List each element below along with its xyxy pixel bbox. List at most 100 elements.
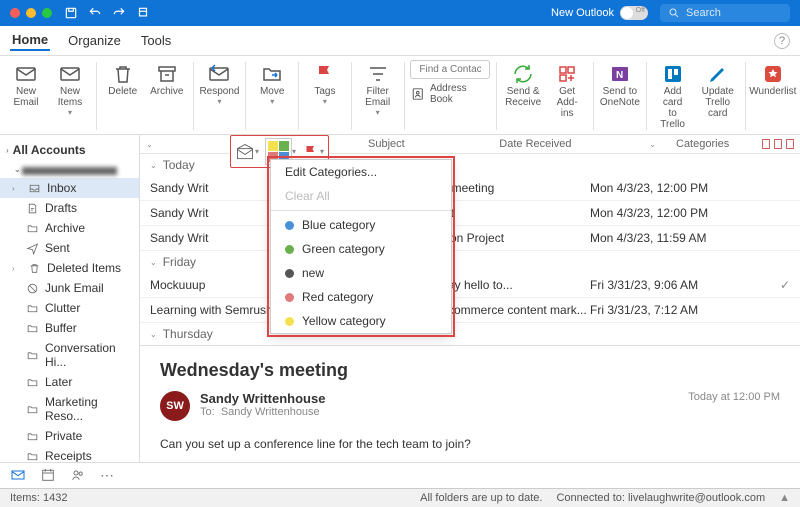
envelope-icon xyxy=(14,62,38,86)
folder-icon xyxy=(28,182,41,195)
new-items-button[interactable]: New Items▾ xyxy=(50,60,90,119)
category-color-icon xyxy=(285,293,294,302)
quick-access xyxy=(64,6,150,20)
flag-filter-icons[interactable] xyxy=(762,139,794,149)
tab-home[interactable]: Home xyxy=(10,30,50,51)
all-accounts-header[interactable]: ›All Accounts xyxy=(0,139,139,161)
category-blue-category[interactable]: Blue category xyxy=(271,213,451,237)
maximize-window[interactable] xyxy=(42,8,52,18)
sync-icon xyxy=(511,62,535,86)
chevron-down-icon[interactable]: ▾ xyxy=(292,147,296,156)
check-icon xyxy=(740,231,790,245)
message-row[interactable]: Sandy WritortMon 4/3/23, 12:00 PM xyxy=(140,201,800,226)
address-book-button[interactable]: Address Book xyxy=(410,83,490,105)
flag-icon[interactable] xyxy=(302,143,320,161)
onenote-icon: N xyxy=(608,62,632,86)
archive-button[interactable]: Archive xyxy=(147,60,187,99)
close-window[interactable] xyxy=(10,8,20,18)
message-title: Wednesday's meeting xyxy=(160,360,780,381)
column-categories[interactable]: Categories xyxy=(676,138,756,150)
folder-clutter[interactable]: Clutter xyxy=(0,298,139,318)
account-header[interactable]: ⌄ xyxy=(0,161,139,178)
status-item-count: Items: 1432 xyxy=(10,492,67,504)
tags-button[interactable]: Tags▾ xyxy=(305,60,345,108)
more-nav-icon[interactable]: ⋯ xyxy=(100,467,114,484)
new-email-button[interactable]: New Email xyxy=(6,60,46,110)
message-row[interactable]: Sandy Writrson ProjectMon 4/3/23, 11:59 … xyxy=(140,226,800,251)
folder-receipts[interactable]: Receipts xyxy=(0,446,139,462)
add-trello-button[interactable]: Add card to Trello xyxy=(653,60,693,132)
ribbon: New Email New Items▾ Delete Archive Resp… xyxy=(0,56,800,135)
move-button[interactable]: Move▾ xyxy=(252,60,292,108)
folder-archive[interactable]: Archive xyxy=(0,218,139,238)
folder-icon xyxy=(26,282,39,295)
category-red-category[interactable]: Red category xyxy=(271,285,451,309)
status-bar: Items: 1432 All folders are up to date. … xyxy=(0,488,800,507)
folder-icon xyxy=(26,430,39,443)
redo-icon[interactable] xyxy=(112,6,126,20)
folder-private[interactable]: Private xyxy=(0,426,139,446)
search-icon xyxy=(668,7,680,19)
help-icon[interactable]: ? xyxy=(774,33,790,49)
people-nav-icon[interactable] xyxy=(70,467,86,483)
filter-email-button[interactable]: Filter Email▾ xyxy=(358,60,398,119)
folder-conversation-hi-[interactable]: Conversation Hi... xyxy=(0,338,139,372)
message-body: Can you set up a conference line for the… xyxy=(160,437,780,451)
trello-icon xyxy=(661,62,685,86)
tab-tools[interactable]: Tools xyxy=(139,31,173,50)
avatar: SW xyxy=(160,391,190,421)
message-row[interactable]: MockuuupSay hello to...Fri 3/31/23, 9:06… xyxy=(140,273,800,298)
category-green-category[interactable]: Green category xyxy=(271,237,451,261)
save-icon[interactable] xyxy=(64,6,78,20)
edit-categories-item[interactable]: Edit Categories... xyxy=(271,160,451,184)
folder-sent[interactable]: Sent xyxy=(0,238,139,258)
folder-marketing-reso-[interactable]: Marketing Reso... xyxy=(0,392,139,426)
search-input[interactable]: Search xyxy=(660,4,790,22)
category-color-icon xyxy=(285,317,294,326)
delete-button[interactable]: Delete xyxy=(103,60,143,99)
print-icon[interactable] xyxy=(136,6,150,20)
column-date[interactable]: Date Received xyxy=(499,138,639,150)
trash-icon xyxy=(111,62,135,86)
window-controls[interactable] xyxy=(10,8,52,18)
undo-icon[interactable] xyxy=(88,6,102,20)
category-yellow-category[interactable]: Yellow category xyxy=(271,309,451,333)
to-label: To: xyxy=(200,406,215,418)
chevron-down-icon[interactable]: ⌄ xyxy=(146,140,158,149)
category-color-icon xyxy=(285,245,294,254)
archive-icon xyxy=(155,62,179,86)
new-outlook-toggle[interactable]: New Outlook Off xyxy=(551,6,648,20)
date-group-header[interactable]: ⌄Friday xyxy=(140,251,800,273)
wunderlist-icon xyxy=(761,62,785,86)
chevron-down-icon[interactable]: ▾ xyxy=(320,147,324,156)
category-new[interactable]: new xyxy=(271,261,451,285)
calendar-nav-icon[interactable] xyxy=(40,467,56,483)
chevron-down-icon[interactable]: ▾ xyxy=(255,147,259,156)
send-receive-button[interactable]: Send & Receive xyxy=(503,60,543,110)
respond-button[interactable]: Respond▾ xyxy=(199,60,239,108)
minimize-window[interactable] xyxy=(26,8,36,18)
folder-deleted-items[interactable]: ›Deleted Items xyxy=(0,258,139,278)
title-bar: New Outlook Off Search xyxy=(0,0,800,26)
message-row[interactable]: Learning with SemrushEcommerce content m… xyxy=(140,298,800,323)
folder-inbox[interactable]: ›Inbox xyxy=(0,178,139,198)
envelope-read-icon[interactable] xyxy=(235,142,255,162)
pencil-icon xyxy=(706,62,730,86)
find-contact-input[interactable] xyxy=(410,60,490,79)
tab-organize[interactable]: Organize xyxy=(66,31,123,50)
categorize-popup: Edit Categories... Clear All Blue catego… xyxy=(270,159,452,334)
toggle-switch[interactable]: Off xyxy=(620,6,648,20)
send-onenote-button[interactable]: NSend to OneNote xyxy=(600,60,640,110)
message-row[interactable]: Sandy Writ's meetingMon 4/3/23, 12:00 PM xyxy=(140,176,800,201)
get-addins-button[interactable]: Get Add-ins xyxy=(547,60,587,121)
svg-text:N: N xyxy=(616,70,623,81)
folder-drafts[interactable]: Drafts xyxy=(0,198,139,218)
wunderlist-button[interactable]: Wunderlist xyxy=(752,60,794,99)
folder-junk-email[interactable]: Junk Email xyxy=(0,278,139,298)
folder-buffer[interactable]: Buffer xyxy=(0,318,139,338)
date-group-header[interactable]: ⌄Thursday xyxy=(140,323,800,345)
update-trello-button[interactable]: Update Trello card xyxy=(697,60,739,121)
mail-nav-icon[interactable] xyxy=(10,467,26,483)
folder-later[interactable]: Later xyxy=(0,372,139,392)
warning-icon[interactable]: ▲ xyxy=(779,492,790,504)
